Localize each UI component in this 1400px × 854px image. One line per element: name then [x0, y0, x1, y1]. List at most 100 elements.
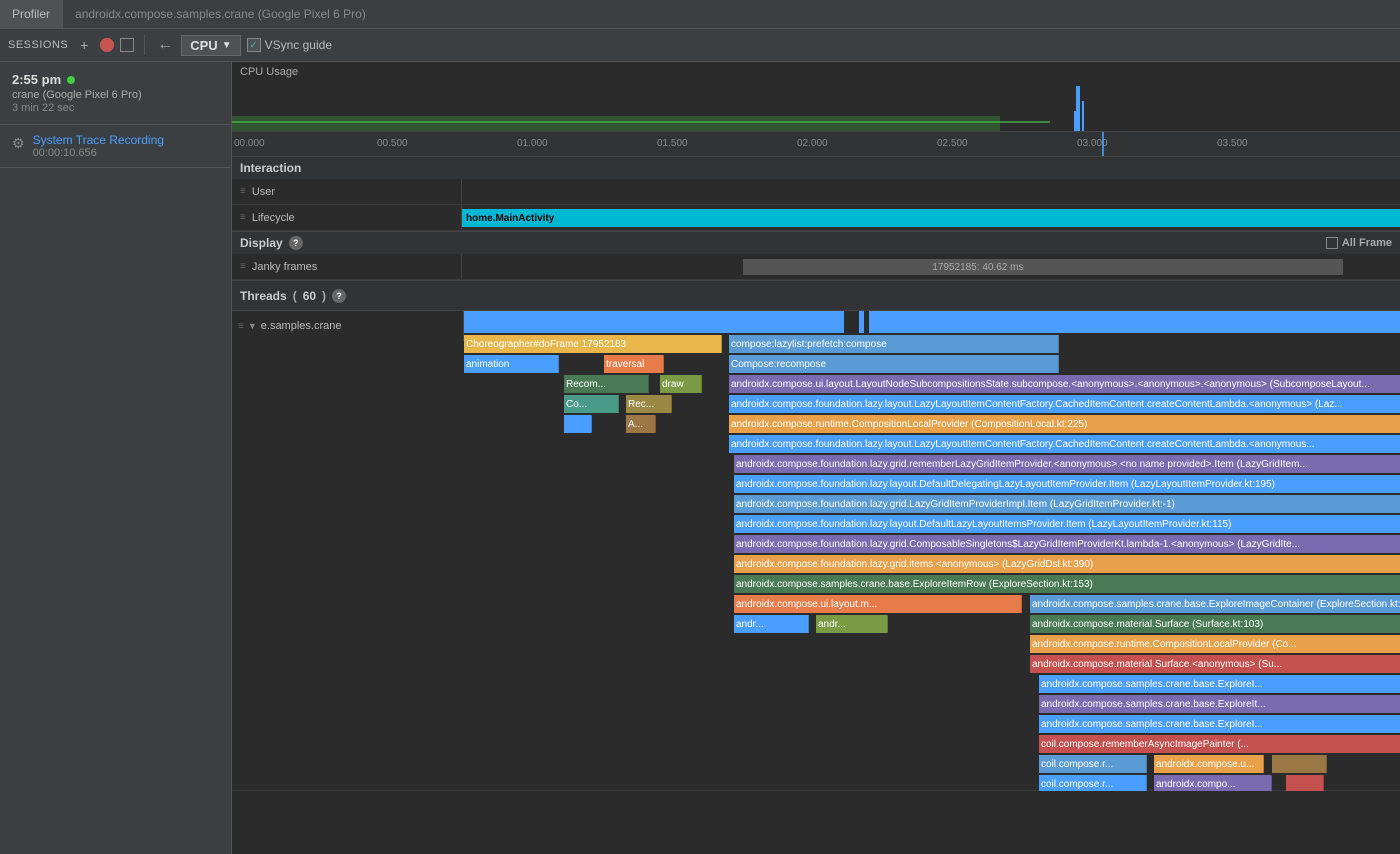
display-header: Display ? All Frame	[232, 232, 1400, 254]
threads-section: Threads (60) ? ≡ ▼ e.samples.crane	[232, 281, 1400, 854]
dropdown-arrow-icon: ▼	[222, 40, 232, 51]
janky-frames-track: ≡ Janky frames 17952185: 40.62 ms	[232, 254, 1400, 280]
janky-frames-label: ≡ Janky frames	[232, 254, 462, 279]
tick-1: 00.500	[377, 138, 408, 149]
vsync-label-text: VSync guide	[265, 38, 332, 52]
threads-label: Threads	[240, 289, 287, 303]
expand-icon[interactable]: ▼	[248, 321, 257, 331]
sidebar: 2:55 pm crane (Google Pixel 6 Pro) 3 min…	[0, 62, 232, 854]
main-tab-label: androidx.compose.samples.crane (Google P…	[75, 7, 366, 21]
trace-label: System Trace Recording	[33, 133, 164, 147]
main-layout: 2:55 pm crane (Google Pixel 6 Pro) 3 min…	[0, 62, 1400, 854]
flame-row-explore-i2: androidx.compose.samples.crane.base.Expl…	[1039, 715, 1400, 733]
main-tab[interactable]: androidx.compose.samples.crane (Google P…	[63, 0, 378, 28]
hamburger-icon: ≡	[240, 186, 246, 197]
top-bar-1	[464, 311, 844, 333]
janky-bar	[743, 259, 1343, 275]
vsync-toggle[interactable]: ✓ VSync guide	[247, 38, 332, 52]
threads-header: Threads (60) ?	[232, 281, 1400, 311]
threads-count-num: 60	[303, 289, 316, 303]
cpu-usage-label: CPU Usage	[240, 66, 298, 78]
timeline-ruler: 00.000 00.500 01.000 01.500 02.000 02.50…	[232, 132, 1400, 157]
add-session-button[interactable]: +	[74, 35, 94, 55]
flame-row-default-delegating: androidx.compose.foundation.lazy.layout.…	[734, 475, 1400, 493]
flame-row-material-surface: androidx.compose.material.Surface (Surfa…	[1030, 615, 1400, 633]
lifecycle-track-content[interactable]: home.MainActivity	[462, 205, 1400, 230]
lifecycle-label-text: Lifecycle	[252, 212, 295, 224]
tick-5: 02.500	[937, 138, 968, 149]
flame-row-compose-lazylist: compose:lazylist:prefetch:compose	[729, 335, 1059, 353]
cpu-baseline	[232, 121, 1050, 123]
session-time-text: 2:55 pm	[12, 72, 61, 87]
user-track: ≡ User	[232, 179, 1400, 205]
threads-help-icon[interactable]: ?	[332, 289, 346, 303]
content-area: CPU Usage 00.000 00.500 01.000 01.500 02…	[232, 62, 1400, 854]
flame-row-explore-item-row: androidx.compose.samples.crane.base.Expl…	[734, 575, 1400, 593]
activity-name: home.MainActivity	[466, 213, 554, 224]
sessions-label: SESSIONS	[8, 39, 68, 51]
flame-row-lazy-grid-impl: androidx.compose.foundation.lazy.grid.La…	[734, 495, 1400, 513]
thread-hamburger-icon: ≡	[238, 321, 244, 332]
flame-row-layout-node: androidx.compose.ui.layout.LayoutNodeSub…	[729, 375, 1400, 393]
flame-row-composable-singletons: androidx.compose.foundation.lazy.grid.Co…	[734, 535, 1400, 553]
flame-row-lazy-content-factory: androidx.compose.foundation.lazy.layout.…	[729, 395, 1400, 413]
user-label-text: User	[252, 186, 275, 198]
lifecycle-track: ≡ Lifecycle home.MainActivity	[232, 205, 1400, 231]
trace-recording-item[interactable]: ⚙ System Trace Recording 00:00:10.656	[0, 125, 231, 168]
flame-row-explore-i1: androidx.compose.samples.crane.base.Expl…	[1039, 675, 1400, 693]
flame-row-lazy-grid-remember: androidx.compose.foundation.lazy.grid.re…	[734, 455, 1400, 473]
flame-row-explore-it: androidx.compose.samples.crane.base.Expl…	[1039, 695, 1400, 713]
flame-row-traversal: traversal	[604, 355, 664, 373]
flame-row-coil-remember: coil.compose.rememberAsyncImagePainter (…	[1039, 735, 1400, 753]
flame-row-coil-r1: coil.compose.r...	[1039, 755, 1147, 773]
flame-row-androidx-compo: androidx.compo...	[1154, 775, 1272, 791]
flame-row-animation: animation	[464, 355, 559, 373]
vsync-checkbox[interactable]: ✓	[247, 38, 261, 52]
janky-info-text: 17952185: 40.62 ms	[932, 262, 1023, 273]
cpu-label: CPU	[190, 38, 217, 53]
session-device: crane (Google Pixel 6 Pro)	[12, 89, 219, 101]
profiler-tab[interactable]: Profiler	[0, 0, 63, 28]
lifecycle-hamburger-icon: ≡	[240, 212, 246, 223]
toolbar-divider	[144, 35, 145, 55]
back-button[interactable]: ←	[155, 34, 175, 56]
flame-row-a: A...	[626, 415, 656, 433]
cpu-dropdown[interactable]: CPU ▼	[181, 35, 240, 56]
threads-count: (	[293, 289, 297, 303]
cpu-chart	[232, 78, 1400, 131]
user-track-content[interactable]	[462, 179, 1400, 204]
flame-row-andr1: andr...	[734, 615, 809, 633]
cpu-section: CPU Usage	[232, 62, 1400, 132]
cpu-spike3	[1074, 111, 1076, 131]
flame-row-explore-image-container: androidx.compose.samples.crane.base.Expl…	[1030, 595, 1400, 613]
stop-button[interactable]	[120, 38, 134, 52]
lifecycle-track-label: ≡ Lifecycle	[232, 205, 462, 230]
flame-row-ui-layout-m: androidx.compose.ui.layout.m...	[734, 595, 1022, 613]
flame-row-co: Co...	[564, 395, 619, 413]
all-frames-checkbox[interactable]	[1326, 237, 1338, 249]
main-thread-track: ≡ ▼ e.samples.crane Choreographer#doFram…	[232, 311, 1400, 791]
flame-row-recom: Recom...	[564, 375, 649, 393]
trace-duration: 00:00:10.656	[33, 147, 164, 159]
flame-row-draw: draw	[660, 375, 702, 393]
tick-7: 03.500	[1217, 138, 1248, 149]
user-track-label: ≡ User	[232, 179, 462, 204]
all-frames-control[interactable]: All Frame	[1326, 237, 1392, 249]
session-time-row: 2:55 pm	[12, 72, 219, 87]
session-duration: 3 min 22 sec	[12, 102, 219, 114]
profiler-tab-label: Profiler	[12, 7, 50, 21]
flame-row-default-lazy: androidx.compose.foundation.lazy.layout.…	[734, 515, 1400, 533]
flame-row-lazy-content2: androidx.compose.foundation.lazy.layout.…	[729, 435, 1400, 453]
flame-row-composition-local: androidx.compose.runtime.CompositionLoca…	[729, 415, 1400, 433]
main-activity-bar: home.MainActivity	[462, 209, 1400, 227]
flame-row-surface-anon: androidx.compose.material.Surface.<anony…	[1030, 655, 1400, 673]
thread-name: e.samples.crane	[261, 320, 342, 332]
display-info-icon[interactable]: ?	[289, 236, 303, 250]
flame-chart-area[interactable]: Choreographer#doFrame 17952183 compose:l…	[464, 311, 1400, 791]
record-button[interactable]	[100, 38, 114, 52]
janky-frames-content[interactable]: 17952185: 40.62 ms	[462, 254, 1400, 279]
flame-row-andr2: andr...	[816, 615, 888, 633]
interaction-header: Interaction	[232, 157, 1400, 179]
display-section: Display ? All Frame ≡ Janky frames 17952…	[232, 232, 1400, 281]
playhead	[1102, 132, 1104, 156]
